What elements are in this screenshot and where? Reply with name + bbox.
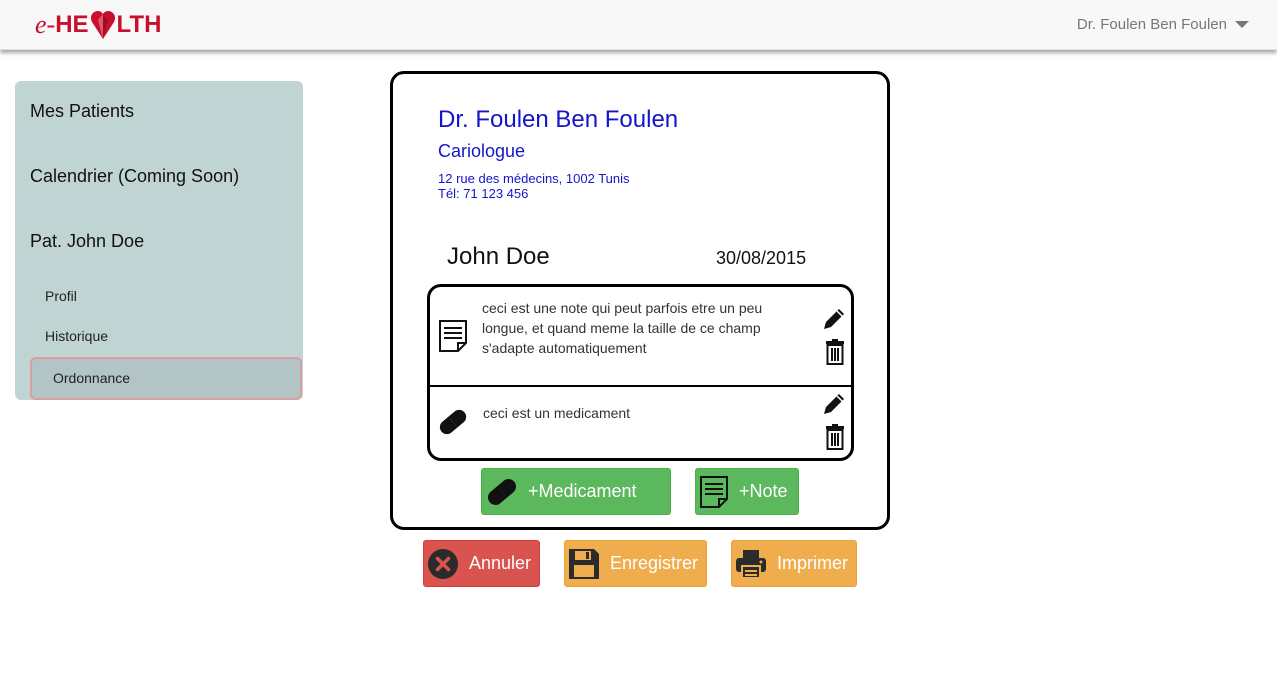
pill-icon [439, 409, 467, 435]
floppy-disk-icon [569, 548, 599, 579]
pill-icon [487, 478, 517, 505]
print-label: Imprimer [777, 553, 848, 573]
sidebar-subitem-ordonnance[interactable]: Ordonnance [30, 357, 302, 400]
user-menu[interactable]: Dr. Foulen Ben Foulen [1077, 16, 1249, 33]
patient-name: John Doe [447, 243, 550, 270]
add-note-button[interactable]: +Note [695, 468, 799, 515]
close-icon [428, 548, 458, 579]
sidebar-item-mes-patients[interactable]: Mes Patients [30, 101, 134, 122]
doctor-address: 12 rue des médecins, 1002 Tunis [438, 171, 630, 186]
save-button[interactable]: Enregistrer [564, 540, 707, 587]
save-label: Enregistrer [610, 553, 699, 573]
print-button[interactable]: Imprimer [731, 540, 857, 587]
printer-icon [736, 549, 766, 579]
logo-right: LTH [116, 11, 162, 38]
note-text: ceci est une note qui peut parfois etre … [482, 300, 763, 356]
cancel-label: Annuler [469, 553, 532, 573]
sidebar-subitem-historique[interactable]: Historique [45, 328, 108, 344]
doctor-specialty: Cariologue [438, 141, 526, 161]
trash-icon[interactable] [825, 424, 845, 450]
sidebar-item-calendrier[interactable]: Calendrier (Coming Soon) [30, 166, 239, 187]
prescription-entries: ceci est une note qui peut parfois etre … [427, 284, 854, 461]
note-icon [439, 320, 467, 352]
sidebar-item-patient[interactable]: Pat. John Doe [30, 231, 144, 252]
user-name: Dr. Foulen Ben Foulen [1076, 16, 1227, 33]
edit-icon[interactable] [821, 391, 847, 417]
top-navbar: e- HE LTH Dr. Foulen Ben Foulen [0, 0, 1277, 50]
doctor-contact: 12 rue des médecins, 1002 Tunis Tél: 71 … [438, 171, 630, 201]
prescription-date: 30/08/2015 [716, 248, 807, 268]
logo-left: HE [55, 11, 89, 38]
medicament-text: ceci est un medicament [483, 405, 631, 421]
list-item: ceci est une note qui peut parfois etre … [430, 287, 851, 387]
note-icon [700, 475, 728, 508]
sidebar: Mes Patients Calendrier (Coming Soon) Pa… [15, 81, 303, 400]
heart-icon [90, 11, 115, 39]
doctor-phone: Tél: 71 123 456 [438, 186, 529, 201]
add-note-label: +Note [739, 481, 788, 501]
logo-prefix: e- [35, 10, 56, 39]
sidebar-subitem-profil[interactable]: Profil [45, 288, 77, 304]
add-medicament-button[interactable]: +Medicament [481, 468, 671, 515]
prescription-card: Dr. Foulen Ben Foulen Cariologue 12 rue … [390, 71, 890, 530]
cancel-button[interactable]: Annuler [423, 540, 540, 587]
doctor-name: Dr. Foulen Ben Foulen [438, 106, 679, 133]
trash-icon[interactable] [825, 339, 845, 365]
list-item: ceci est un medicament [430, 387, 851, 458]
edit-icon[interactable] [821, 306, 847, 332]
ehealth-logo[interactable]: e- HE LTH [35, 10, 161, 40]
chevron-down-icon [1235, 21, 1249, 28]
add-medicament-label: +Medicament [528, 481, 637, 501]
